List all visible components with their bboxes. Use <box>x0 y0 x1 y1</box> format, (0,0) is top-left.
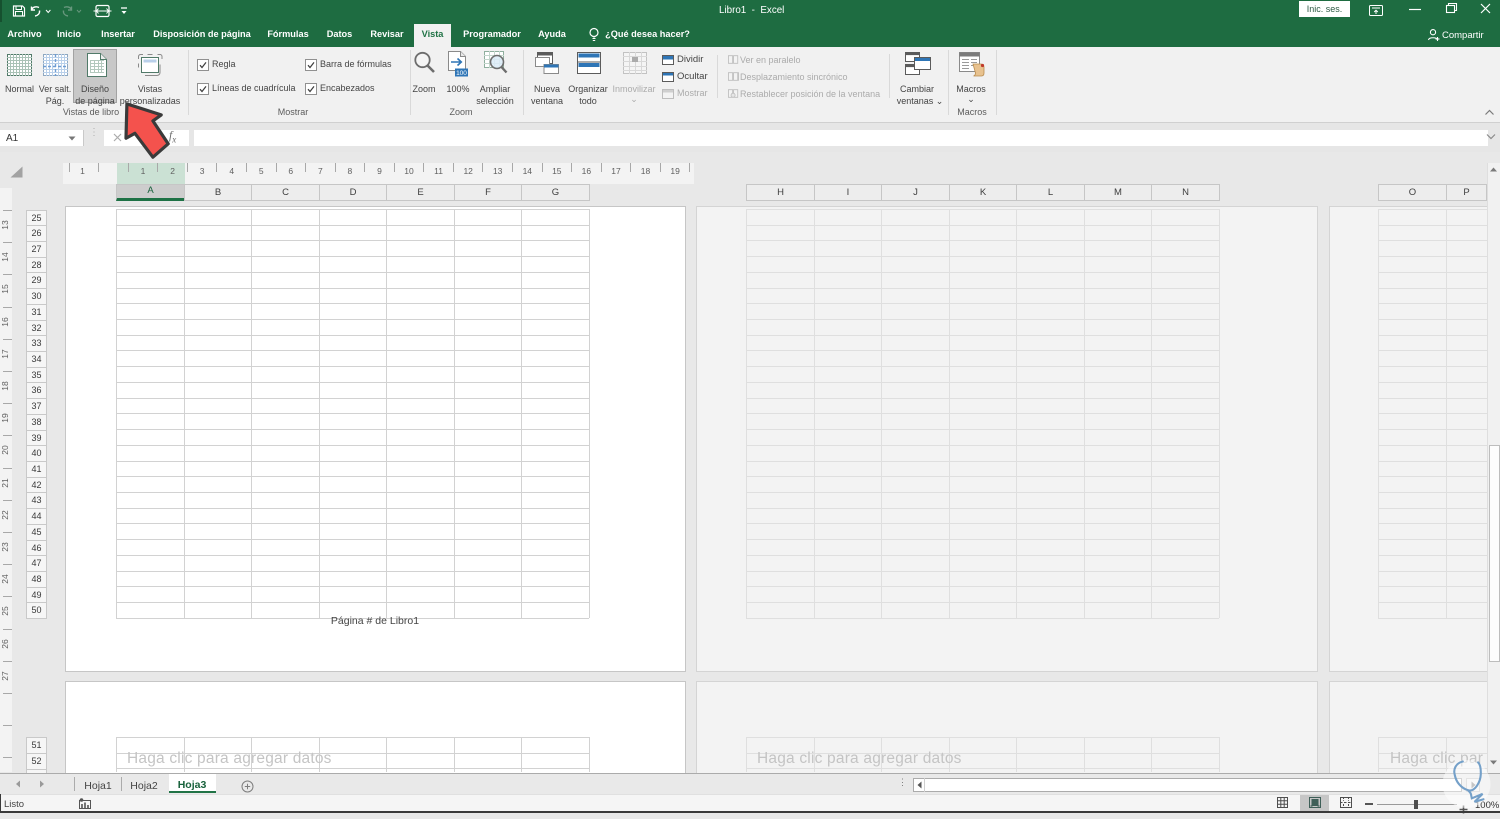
svg-text:100: 100 <box>456 70 467 77</box>
